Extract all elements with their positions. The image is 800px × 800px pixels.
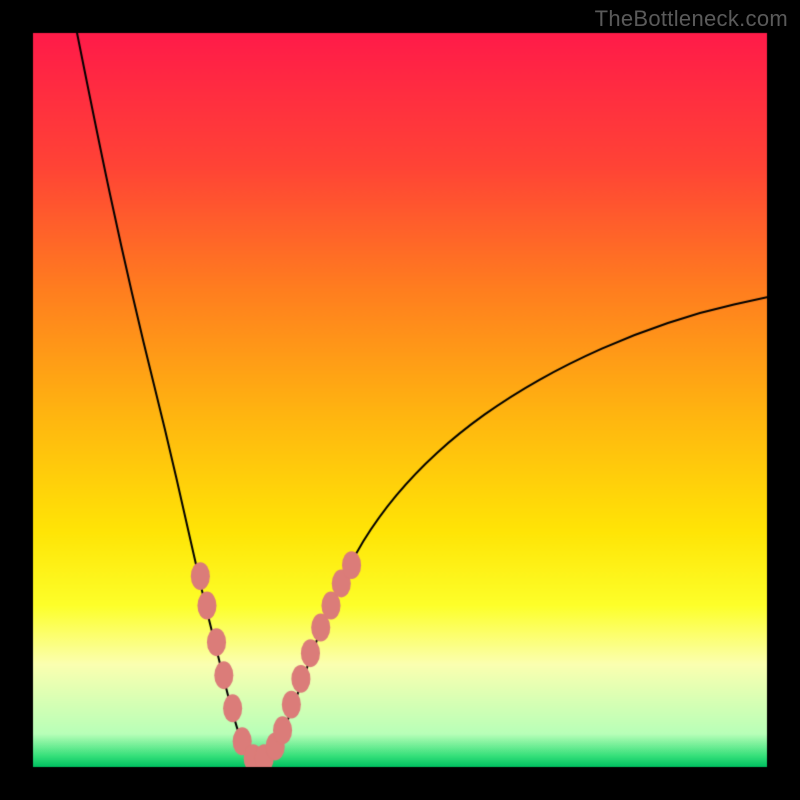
attribution-text: TheBottleneck.com (595, 6, 788, 32)
bottleneck-chart (0, 0, 800, 800)
